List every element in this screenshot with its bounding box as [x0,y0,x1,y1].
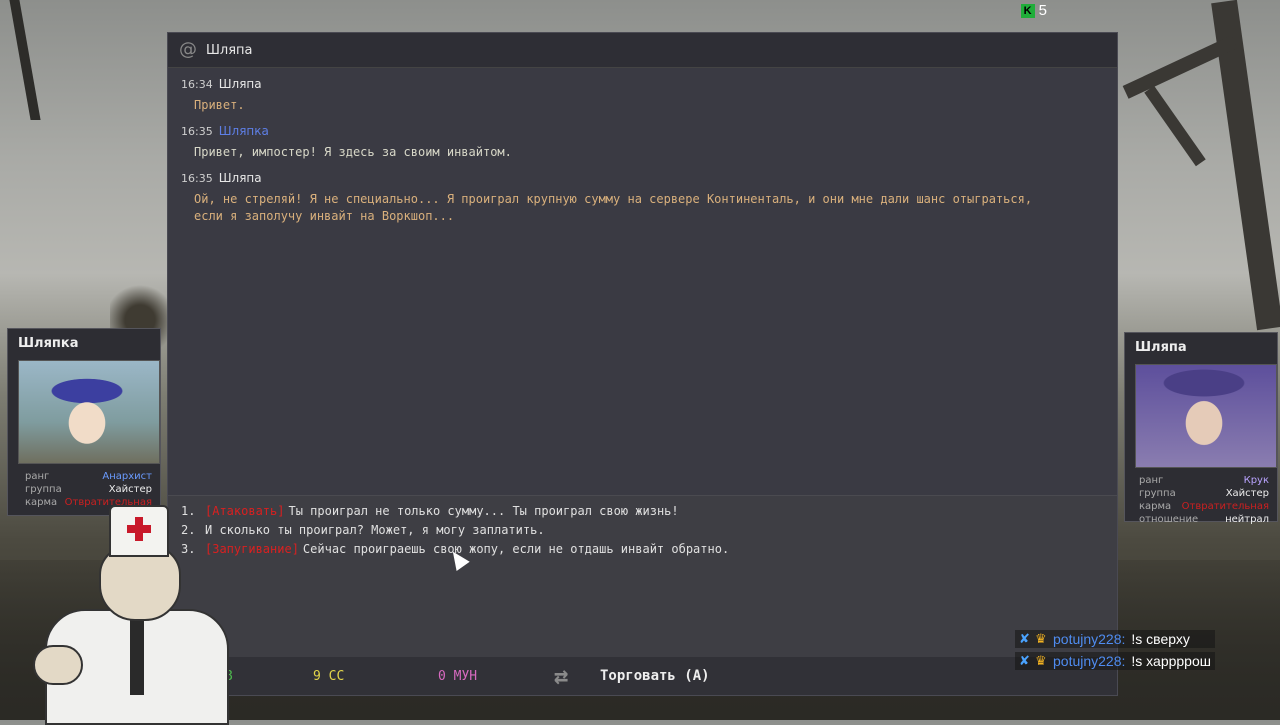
kill-icon: K [1020,3,1035,18]
trade-label: Торговать (А) [600,668,710,684]
dialog-choices: 1. [Атаковать] Ты проиграл не только сумм… [168,495,1117,658]
stat-cc: 9 СС [313,668,345,684]
dialog-header: @ Шляпа [168,33,1117,68]
stat-value: Хайстер [108,484,152,495]
dialog-title: Шляпа [206,42,253,58]
stat-key: ранг [25,471,50,482]
player-name: Шляпка [18,336,79,351]
stat-key: группа [25,484,62,495]
stat-value: Хайстер [1225,488,1269,499]
npc-portrait [1135,364,1277,468]
crown-badge-icon: ♛ [1035,653,1047,668]
medical-cross-icon [127,517,151,541]
background-tower-left [9,0,101,120]
message-text: Привет. [194,98,245,112]
message-item: 16:35 Шляпа Ой, не стреляй! Я не специал… [181,171,1057,225]
stat-key: ранг [1139,475,1164,486]
trade-button[interactable]: ⇄ Торговать (А) [554,663,710,689]
choice-text: И сколько ты проиграл? Может, я могу зап… [205,523,545,537]
stat-value: Отвратительная [1181,501,1269,512]
swap-arrows-icon: ⇄ [554,662,569,690]
message-log: 16:34 Шляпа Привет. 16:35 Шляпка Привет,… [181,77,1057,235]
dialog-choice-1[interactable]: 1. [Атаковать] Ты проиграл не только сумм… [181,504,679,518]
player-card: Шляпка ранг Анархист группа Хайстер карма О… [7,328,161,516]
chat-text: !s харрррош [1131,653,1211,669]
kill-counter: K 5 [1020,2,1047,19]
message-speaker: Шляпка [218,124,269,138]
chat-message: ✘ ♛ potujny228: !s харрррош [1015,652,1215,670]
message-speaker: Шляпа [218,77,262,91]
stat-key: карма [1139,501,1172,512]
message-item: 16:34 Шляпа Привет. [181,77,1057,114]
chat-text: !s сверху [1131,631,1190,647]
message-text: Привет, импостер! Я здесь за своим инвай… [194,145,512,159]
kill-count: 5 [1038,2,1047,19]
chat-message: ✘ ♛ potujny228: !s сверху [1015,630,1215,648]
message-item: 16:35 Шляпка Привет, импостер! Я здесь з… [181,124,1057,161]
stat-key: группа [1139,488,1176,499]
npc-stats: ранг Крук группа Хайстер карма Отвратительн… [1125,468,1277,532]
stat-value: нейтрал [1225,514,1269,525]
sword-badge-icon: ✘ [1019,653,1030,668]
npc-card: Шляпа ранг Крук группа Хайстер карма Отврат… [1124,332,1278,525]
stat-key: отношение [1139,514,1199,525]
sword-badge-icon: ✘ [1019,631,1030,646]
chat-username: potujny228: [1053,653,1126,669]
choice-text: Ты проиграл не только сумму... Ты проигр… [288,504,679,518]
message-speaker: Шляпа [218,171,262,185]
at-sign-icon: @ [179,39,197,60]
dialog-window: @ Шляпа 16:34 Шляпа Привет. 16:35 Шляпка… [167,32,1118,696]
message-time: 16:35 [181,125,213,138]
dialog-bottom-bar: 8 9 СС 0 МУН ⇄ Торговать (А) [168,657,1117,695]
message-time: 16:34 [181,78,213,91]
stat-value: Анархист [102,471,152,482]
crown-badge-icon: ♛ [1035,631,1047,646]
player-portrait [18,360,160,464]
message-text: Ой, не стреляй! Я не специально... Я про… [194,192,1033,223]
stat-value: Крук [1243,475,1269,486]
chat-username: potujny228: [1053,631,1126,647]
npc-name: Шляпа [1135,340,1187,355]
doctor-mascot [33,505,233,725]
message-time: 16:35 [181,172,213,185]
background-tower-right [1110,0,1280,331]
choice-text: Сейчас проиграешь свою жопу, если не отд… [302,542,730,556]
stream-chat: ✘ ♛ potujny228: !s сверху ✘ ♛ potujny228… [1015,630,1215,674]
stat-mun: 0 МУН [438,668,478,684]
dialog-choice-2[interactable]: 2. И сколько ты проиграл? Может, я могу … [181,523,545,537]
